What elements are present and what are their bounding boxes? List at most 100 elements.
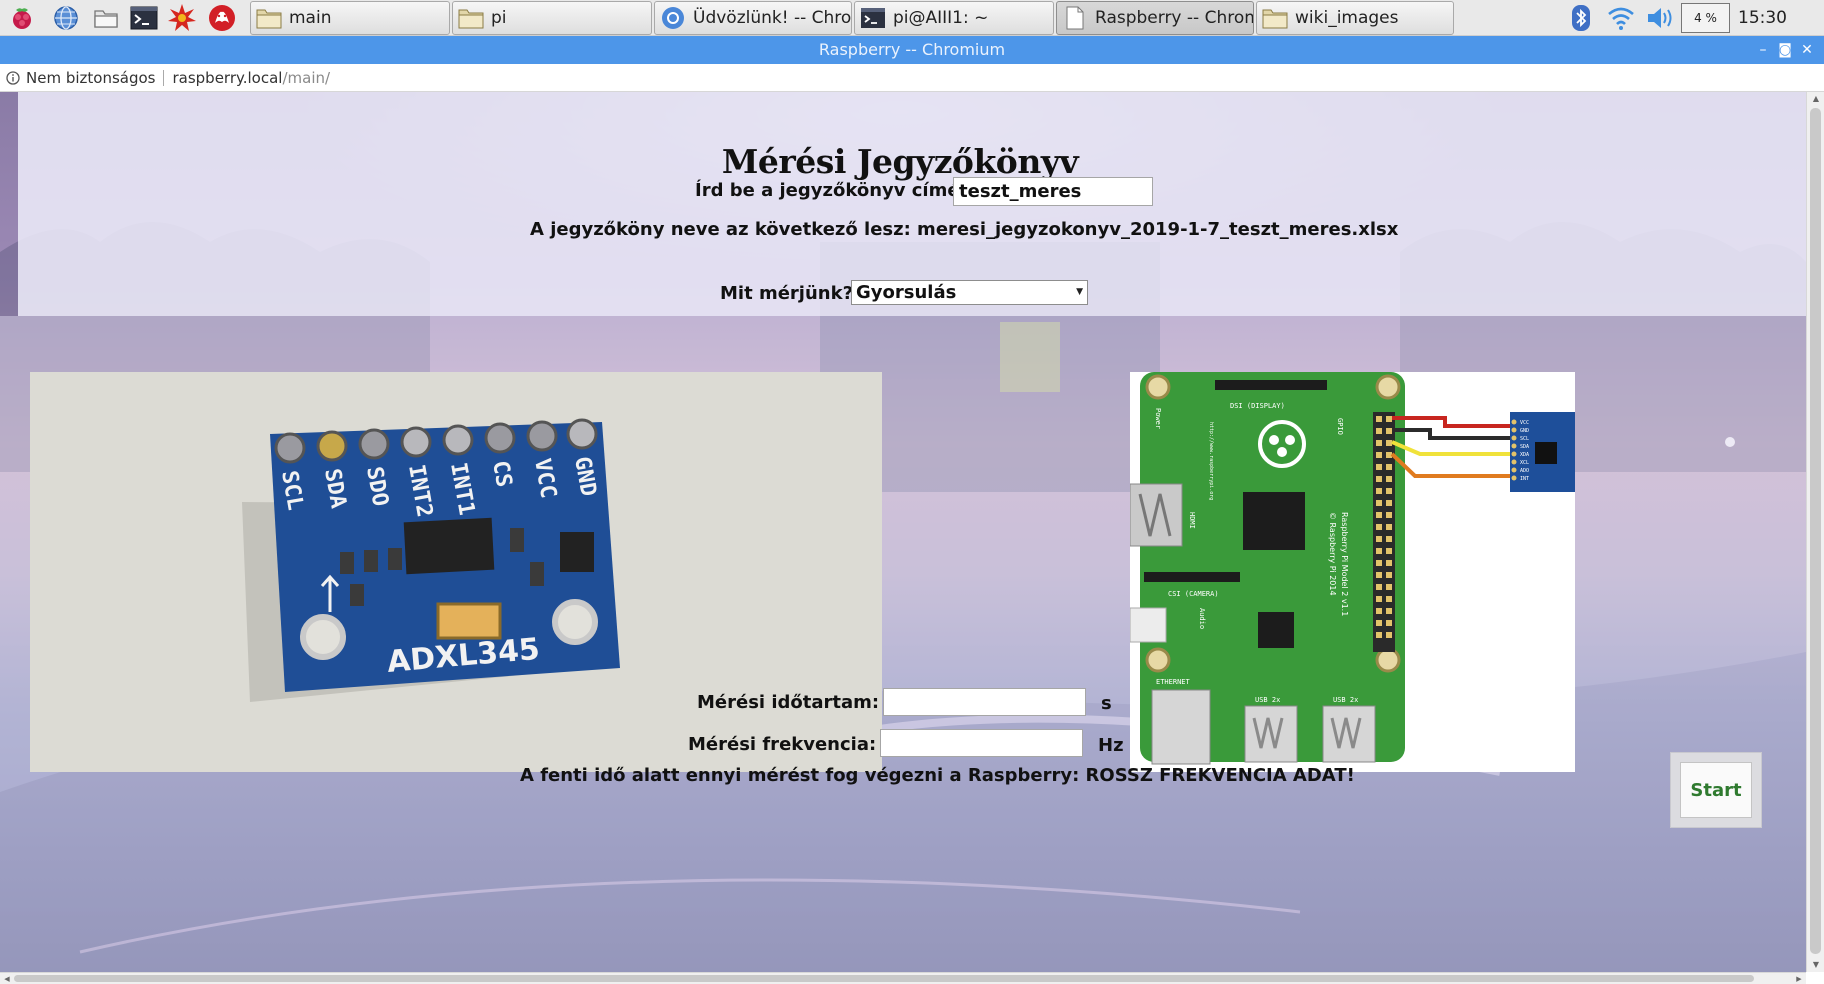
page-icon (1061, 5, 1089, 31)
task-raspberry-chromium[interactable]: Raspberry -- Chromiu... (1056, 1, 1254, 35)
scroll-right-icon[interactable]: ▶ (1792, 973, 1806, 984)
module-pin-label: SCL (1520, 436, 1529, 442)
terminal-icon (859, 5, 887, 31)
terminal-launcher-icon[interactable] (128, 2, 160, 34)
scroll-thumb[interactable] (1810, 108, 1821, 954)
scroll-down-icon[interactable]: ▼ (1807, 958, 1824, 972)
task-label: Raspberry -- Chromiu... (1095, 8, 1253, 28)
taskbar: main pi Üdvözlünk! -- Chromi... pi@AIII1… (0, 0, 1824, 36)
pcb-label: Audio (1198, 608, 1206, 629)
pcb-label: USB 2x (1255, 696, 1280, 704)
module-pin-label: SDA (1520, 444, 1529, 450)
task-pi[interactable]: pi (452, 1, 652, 35)
task-main[interactable]: main (250, 1, 450, 35)
minimize-button[interactable]: – (1752, 36, 1774, 64)
wiring-diagram: DSI (DISPLAY) HDMI CSI (CAMERA) Audio ET… (1130, 372, 1575, 772)
pcb-label: USB 2x (1333, 696, 1358, 704)
info-icon[interactable] (6, 70, 20, 85)
wifi-icon[interactable] (1604, 2, 1638, 34)
burst-app-icon[interactable] (166, 2, 198, 34)
clock[interactable]: 15:30 (1738, 0, 1787, 36)
soc-chip (1243, 492, 1305, 550)
module-pin-label: GND (1520, 428, 1529, 434)
folder-icon (1261, 5, 1289, 31)
pcb-label: HDMI (1188, 512, 1196, 529)
module-pin-label: XCL (1520, 460, 1529, 466)
maximize-button[interactable]: ◙ (1774, 36, 1796, 64)
pcb-label: Power (1154, 408, 1162, 429)
frequency-label: Mérési frekvencia: (688, 734, 877, 755)
task-label: pi (491, 8, 507, 28)
task-chromium-welcome[interactable]: Üdvözlünk! -- Chromi... (654, 1, 852, 35)
task-label: wiki_images (1295, 8, 1399, 28)
pcb-label: DSI (DISPLAY) (1230, 402, 1285, 410)
pcb-label: GPIO (1336, 418, 1344, 435)
window-title: Raspberry -- Chromium (0, 36, 1824, 64)
bluetooth-icon[interactable] (1566, 2, 1596, 34)
task-label: pi@AIII1: ~ (893, 8, 989, 28)
protocol-title-input[interactable] (953, 177, 1153, 206)
scroll-left-icon[interactable]: ◀ (0, 973, 14, 984)
duration-label: Mérési időtartam: (697, 692, 880, 713)
address-bar[interactable]: Nem biztonságos raspberry.local/main/ (0, 64, 1824, 92)
folder-icon (255, 5, 283, 31)
capacitor (436, 602, 502, 640)
module-pin-label: VCC (1520, 420, 1529, 426)
mathematica-icon[interactable] (206, 2, 238, 34)
file-manager-icon[interactable] (90, 2, 122, 34)
task-label: Üdvözlünk! -- Chromi... (693, 8, 852, 28)
module-pin-label: ADO (1520, 468, 1529, 474)
task-terminal[interactable]: pi@AIII1: ~ (854, 1, 1054, 35)
frequency-unit: Hz (1098, 735, 1124, 756)
module-pin-label: XDA (1520, 452, 1529, 458)
start-button-frame: Start (1670, 752, 1762, 828)
accelerometer-chip (403, 517, 495, 575)
close-button[interactable]: ✕ (1796, 36, 1818, 64)
ethernet-port (1151, 689, 1211, 765)
pin-label: CS (487, 459, 516, 489)
raspberry-menu-icon[interactable] (6, 2, 38, 34)
task-label: main (289, 8, 332, 28)
dsi-connector (1215, 380, 1327, 390)
title-label: Írd be a jegyzőkönyv címét: (695, 180, 976, 201)
measurement-info: A fenti idő alatt ennyi mérést fog végez… (520, 765, 1355, 786)
mounting-hole (300, 614, 346, 660)
usb-controller-chip (1258, 612, 1294, 648)
url-path[interactable]: /main/ (282, 69, 330, 87)
vertical-scrollbar[interactable]: ▲ ▼ (1806, 92, 1824, 972)
pcb-label: CSI (CAMERA) (1168, 590, 1219, 598)
frequency-input[interactable] (880, 729, 1083, 757)
select-value: Gyorsulás (856, 282, 957, 303)
audio-port (1130, 607, 1167, 643)
start-button[interactable]: Start (1680, 762, 1752, 818)
duration-unit: s (1101, 693, 1112, 714)
task-wiki-images[interactable]: wiki_images (1256, 1, 1454, 35)
browser-globe-icon[interactable] (50, 2, 82, 34)
url-host[interactable]: raspberry.local (172, 69, 282, 87)
divider (163, 69, 165, 86)
csi-connector (1144, 572, 1240, 582)
pcb-label: ETHERNET (1156, 678, 1191, 686)
regulator-chip (560, 532, 594, 572)
horizontal-scrollbar[interactable]: ◀ ▶ (0, 972, 1806, 984)
volume-icon[interactable] (1644, 2, 1676, 34)
chromium-icon (659, 5, 687, 31)
gpio-header (1373, 412, 1395, 652)
measure-type-select[interactable]: Gyorsulás ▼ (851, 280, 1088, 305)
measure-label: Mit mérjünk? (720, 283, 854, 304)
cpu-monitor[interactable]: 4 % (1681, 3, 1730, 33)
filename-preview: A jegyzőköny neve az következő lesz: mer… (530, 219, 1399, 240)
dropdown-arrow-icon: ▼ (1076, 287, 1083, 297)
folder-icon (457, 5, 485, 31)
scroll-up-icon[interactable]: ▲ (1807, 92, 1824, 106)
module-pin-label: INT (1520, 476, 1529, 482)
pcb-label: Raspberry Pi Model 2 v1.1 (1340, 512, 1349, 616)
duration-input[interactable] (883, 688, 1086, 716)
security-status[interactable]: Nem biztonságos (26, 69, 155, 87)
pcb-label: © Raspberry Pi 2014 (1328, 512, 1337, 596)
pcb-label: http://www.raspberrypi.org (1208, 422, 1214, 500)
scroll-thumb[interactable] (14, 975, 1754, 982)
page-title: Mérési Jegyzőkönyv (721, 142, 1079, 181)
mounting-hole (552, 599, 598, 645)
page-viewport: Mérési Jegyzőkönyv Írd be a jegyzőkönyv … (0, 92, 1806, 972)
